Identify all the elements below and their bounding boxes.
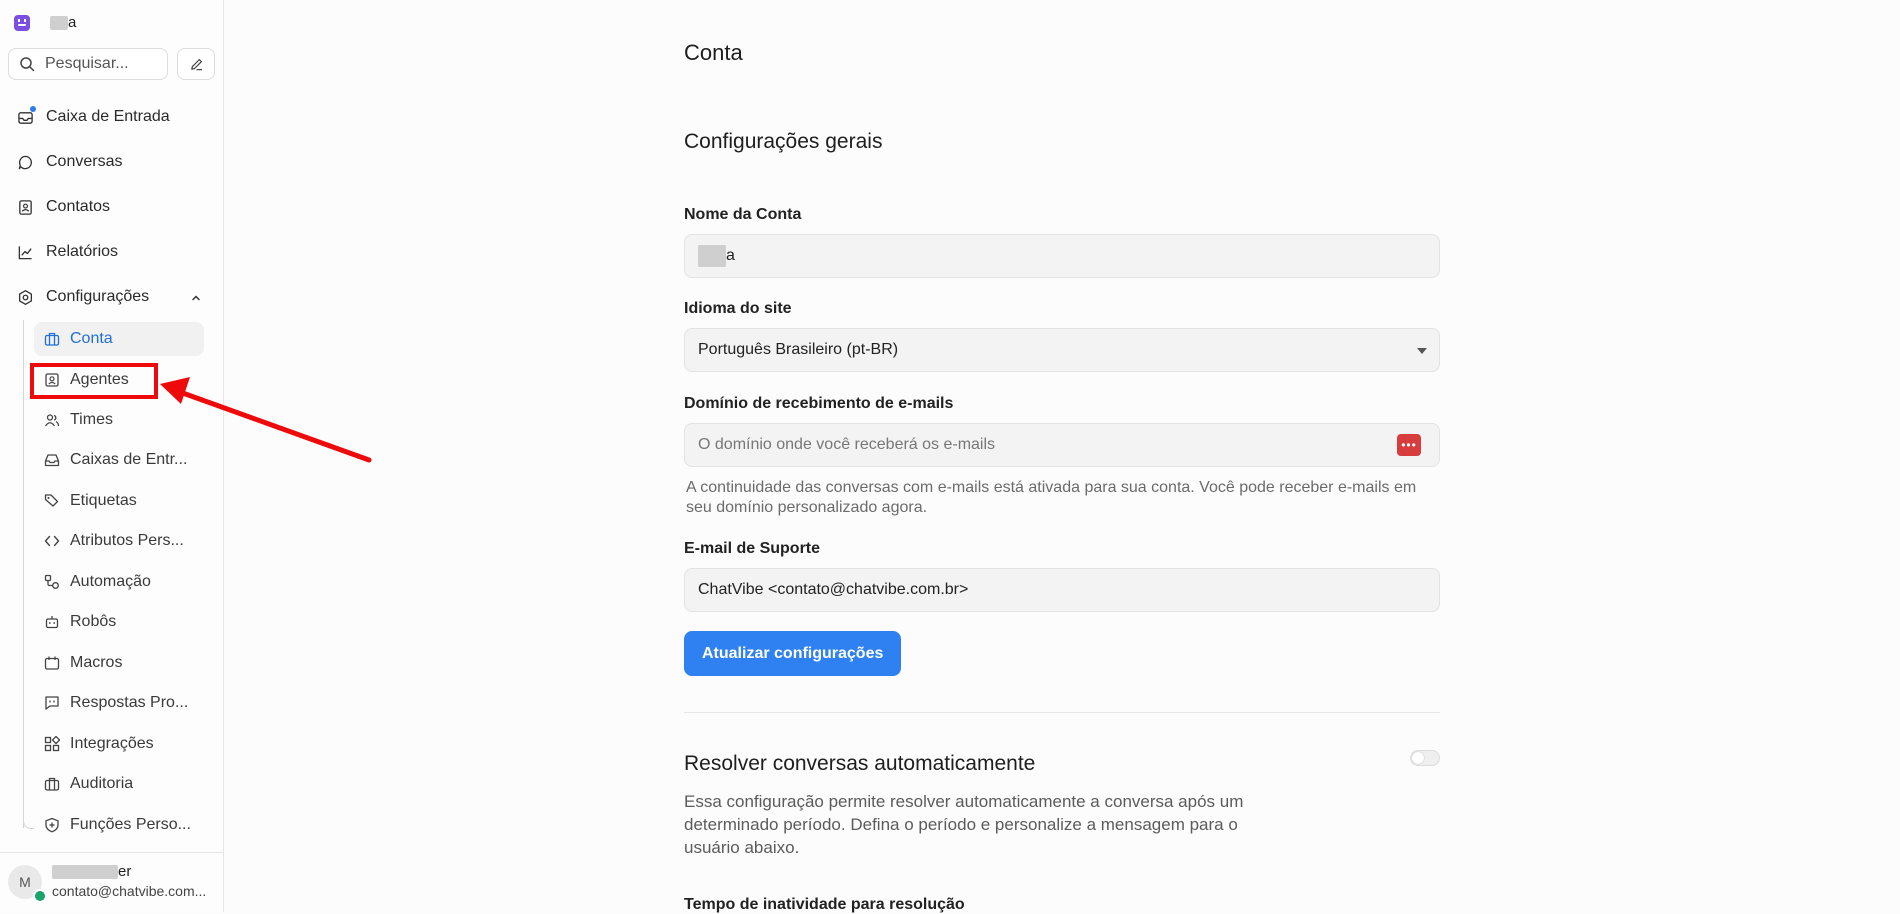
page-title: Conta [684, 40, 743, 65]
settings-item-macros[interactable]: Macros [34, 646, 204, 680]
message-square-icon [45, 696, 59, 710]
language-select[interactable]: Português Brasileiro (pt-BR) [684, 328, 1440, 372]
shield-plus-icon [45, 817, 59, 833]
settings-item-custom-roles[interactable]: Funções Perso... [34, 808, 204, 842]
redacted-block [52, 864, 118, 879]
settings-item-label: Funções Perso... [70, 816, 191, 833]
account-name-label: Nome da Conta [684, 206, 802, 223]
update-settings-button[interactable]: Atualizar configurações [684, 631, 902, 676]
auto-resolve-title: Resolver conversas automaticamente [684, 752, 1036, 775]
annotation-arrow-icon [160, 377, 372, 463]
email-domain-placeholder: O domínio onde você receberá os e-mails [698, 436, 996, 453]
settings-item-canned-responses[interactable]: Respostas Pro... [34, 686, 204, 720]
support-email-value: ChatVibe <contato@chatvibe.com.br> [698, 581, 969, 598]
settings-item-label: Robôs [70, 613, 117, 630]
user-name: er [52, 863, 131, 880]
settings-item-label: Respostas Pro... [70, 694, 189, 711]
account-name-value: a [726, 247, 735, 264]
caret-down-icon [1417, 348, 1427, 354]
code-icon [44, 535, 60, 547]
settings-item-label: Etiquetas [70, 492, 137, 509]
email-domain-field[interactable]: O domínio onde você receberá os e-mails … [684, 423, 1440, 467]
settings-item-label: Integrações [70, 735, 154, 752]
settings-item-label: Macros [70, 654, 123, 671]
support-email-field[interactable]: ChatVibe <contato@chatvibe.com.br> [684, 568, 1440, 612]
macro-icon [44, 656, 60, 670]
tree-end [23, 818, 34, 829]
settings-item-label: Auditoria [70, 775, 134, 792]
account-name-field[interactable]: a [684, 234, 1440, 278]
section-divider [684, 712, 1440, 713]
language-label: Idioma do site [684, 300, 792, 317]
auto-resolve-description: Essa configuração permite resolver autom… [684, 792, 1244, 857]
user-name-text: er [118, 863, 132, 880]
settings-item-bots[interactable]: Robôs [34, 605, 204, 639]
settings-item-label: Automação [70, 573, 151, 590]
online-status-dot [33, 889, 47, 903]
section-title: Configurações gerais [684, 130, 883, 153]
settings-item-labels[interactable]: Etiquetas [34, 484, 204, 518]
tags-icon [44, 494, 59, 507]
email-domain-help-text: A continuidade das conversas com e-mails… [686, 479, 1417, 516]
user-email: contato@chatvibe.com... [52, 883, 207, 899]
settings-item-audit[interactable]: Auditoria [34, 767, 204, 801]
robot-icon [45, 616, 59, 629]
user-profile[interactable]: M er contato@chatvibe.com... [0, 852, 223, 913]
auto-resolve-toggle[interactable] [1410, 750, 1440, 766]
audit-briefcase-icon [44, 777, 60, 791]
puzzle-icon [44, 736, 60, 752]
settings-item-integrations[interactable]: Integrações [34, 727, 204, 761]
redacted-block [698, 245, 726, 267]
automation-icon [44, 574, 59, 589]
language-select-value: Português Brasileiro (pt-BR) [698, 341, 899, 358]
settings-item-attributes[interactable]: Atributos Pers... [34, 524, 204, 558]
password-manager-icon[interactable]: ••• [1397, 434, 1421, 456]
support-email-label: E-mail de Suporte [684, 540, 821, 557]
inactivity-label: Tempo de inatividade para resolução [684, 896, 965, 913]
email-domain-label: Domínio de recebimento de e-mails [684, 395, 954, 412]
settings-item-automation[interactable]: Automação [34, 565, 204, 599]
settings-item-label: Atributos Pers... [70, 532, 184, 549]
